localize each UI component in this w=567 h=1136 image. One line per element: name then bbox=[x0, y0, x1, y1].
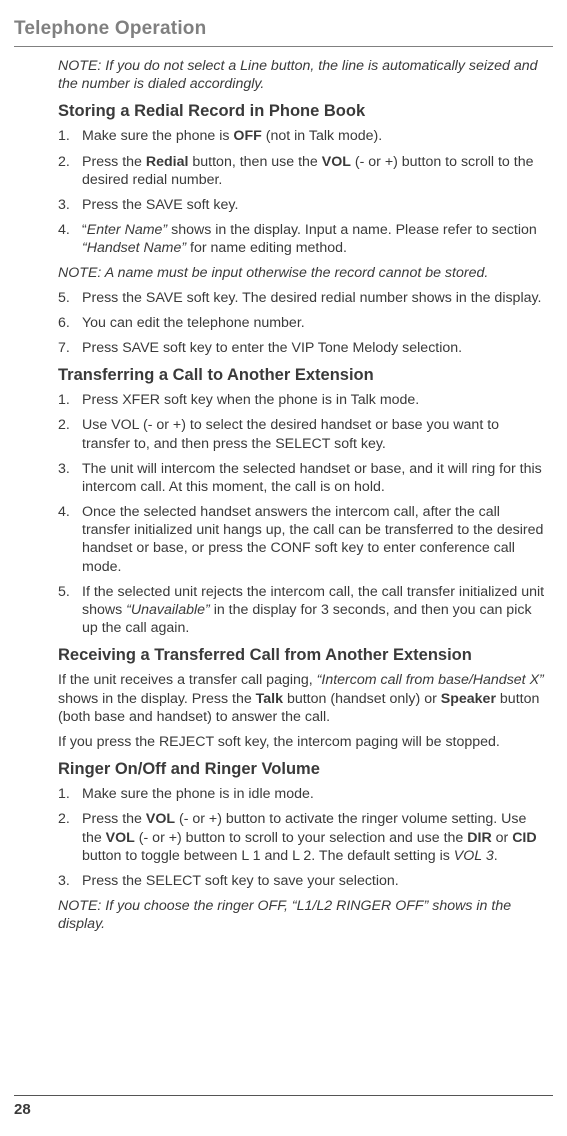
chapter-title: Telephone Operation bbox=[14, 18, 553, 40]
list-item: “Enter Name” shows in the display. Input… bbox=[58, 221, 545, 257]
list-item: Press XFER soft key when the phone is in… bbox=[58, 391, 545, 409]
list-item: Press the VOL (- or +) button to activat… bbox=[58, 810, 545, 865]
heading-receive: Receiving a Transferred Call from Anothe… bbox=[58, 645, 545, 666]
list-storing-a: Make sure the phone is OFF (not in Talk … bbox=[58, 127, 545, 257]
heading-storing: Storing a Redial Record in Phone Book bbox=[58, 101, 545, 122]
list-item: You can edit the telephone number. bbox=[58, 314, 545, 332]
header-rule bbox=[14, 46, 553, 47]
list-item: Once the selected handset answers the in… bbox=[58, 503, 545, 576]
note-ringer: NOTE: If you choose the ringer OFF, “L1/… bbox=[58, 897, 545, 933]
note-top: NOTE: If you do not select a Line button… bbox=[58, 57, 545, 93]
list-item: Make sure the phone is OFF (not in Talk … bbox=[58, 127, 545, 145]
page-number: 28 bbox=[14, 1101, 31, 1118]
list-item: Press the SAVE soft key. The desired red… bbox=[58, 289, 545, 307]
list-item: Make sure the phone is in idle mode. bbox=[58, 785, 545, 803]
list-item: If the selected unit rejects the interco… bbox=[58, 583, 545, 638]
heading-transfer: Transferring a Call to Another Extension bbox=[58, 365, 545, 386]
list-item: Press the SELECT soft key to save your s… bbox=[58, 872, 545, 890]
list-item: Press the SAVE soft key. bbox=[58, 196, 545, 214]
list-item: Press SAVE soft key to enter the VIP Ton… bbox=[58, 339, 545, 357]
receive-p2: If you press the REJECT soft key, the in… bbox=[58, 733, 545, 751]
list-item: Use VOL (- or +) to select the desired h… bbox=[58, 416, 545, 452]
heading-ringer: Ringer On/Off and Ringer Volume bbox=[58, 759, 545, 780]
list-transfer: Press XFER soft key when the phone is in… bbox=[58, 391, 545, 637]
list-ringer: Make sure the phone is in idle mode. Pre… bbox=[58, 785, 545, 890]
receive-p1: If the unit receives a transfer call pag… bbox=[58, 671, 545, 726]
footer-rule bbox=[14, 1095, 553, 1096]
list-storing-b: Press the SAVE soft key. The desired red… bbox=[58, 289, 545, 358]
page-content: NOTE: If you do not select a Line button… bbox=[14, 57, 553, 933]
note-mid: NOTE: A name must be input otherwise the… bbox=[58, 264, 545, 282]
list-item: Press the Redial button, then use the VO… bbox=[58, 153, 545, 189]
list-item: The unit will intercom the selected hand… bbox=[58, 460, 545, 496]
